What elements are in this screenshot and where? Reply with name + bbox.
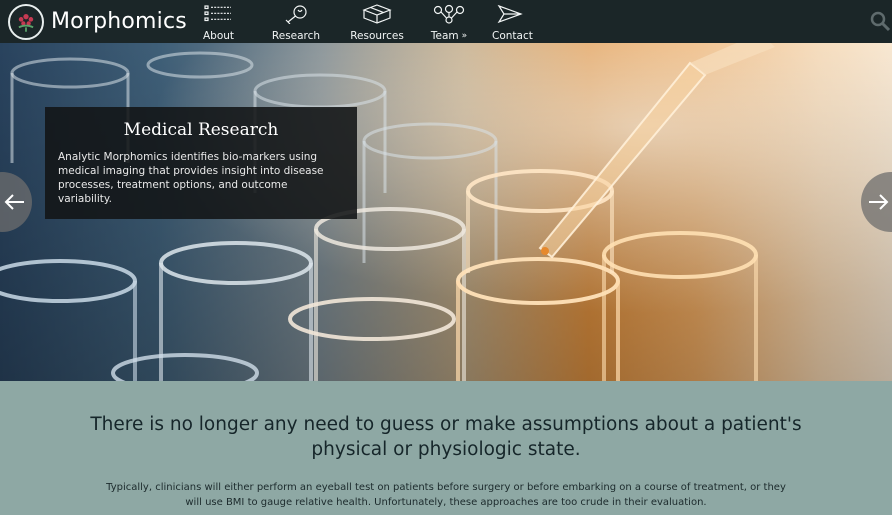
search-icon[interactable] — [868, 9, 892, 33]
nav-label-team: Team — [430, 30, 459, 42]
box-icon — [362, 4, 392, 24]
hero-carousel: Medical Research Analytic Morphomics ide… — [0, 43, 892, 381]
intro-headline: There is no longer any need to guess or … — [90, 414, 802, 460]
caption-title: Medical Research — [123, 120, 279, 140]
nav-item-contact[interactable]: Contact — [492, 4, 533, 42]
nav-label-contact: Contact — [492, 30, 533, 42]
top-navbar: Morphomics About Research» — [0, 0, 892, 60]
arrow-right-icon — [869, 194, 889, 210]
nav-item-research[interactable]: Research» — [268, 4, 324, 60]
arrow-left-icon — [4, 194, 24, 210]
chevron-down-icon: » — [461, 31, 468, 41]
nav-label-resources: Resources — [350, 30, 404, 42]
lightbulb-icon — [285, 5, 307, 24]
intro-body: Typically, clinicians will either perfor… — [106, 482, 786, 508]
nav-label-about: About — [203, 30, 235, 42]
brand-name: Morphomics — [51, 9, 187, 34]
morphomics-logo-icon — [8, 4, 44, 40]
nav-item-team[interactable]: Team» — [428, 4, 470, 42]
intro-section: There is no longer any need to guess or … — [0, 381, 892, 515]
paper-plane-icon — [497, 4, 523, 24]
network-icon — [433, 4, 465, 24]
hero-caption: Medical Research Analytic Morphomics ide… — [45, 107, 357, 219]
nav-item-about[interactable]: About — [203, 4, 235, 42]
list-icon — [204, 5, 231, 22]
nav-label-research: Research — [271, 30, 321, 42]
caption-body: Analytic Morphomics identifies bio-marke… — [58, 151, 324, 205]
nav-item-resources[interactable]: Resources» — [347, 4, 407, 60]
brand-logo[interactable]: Morphomics — [8, 4, 187, 40]
